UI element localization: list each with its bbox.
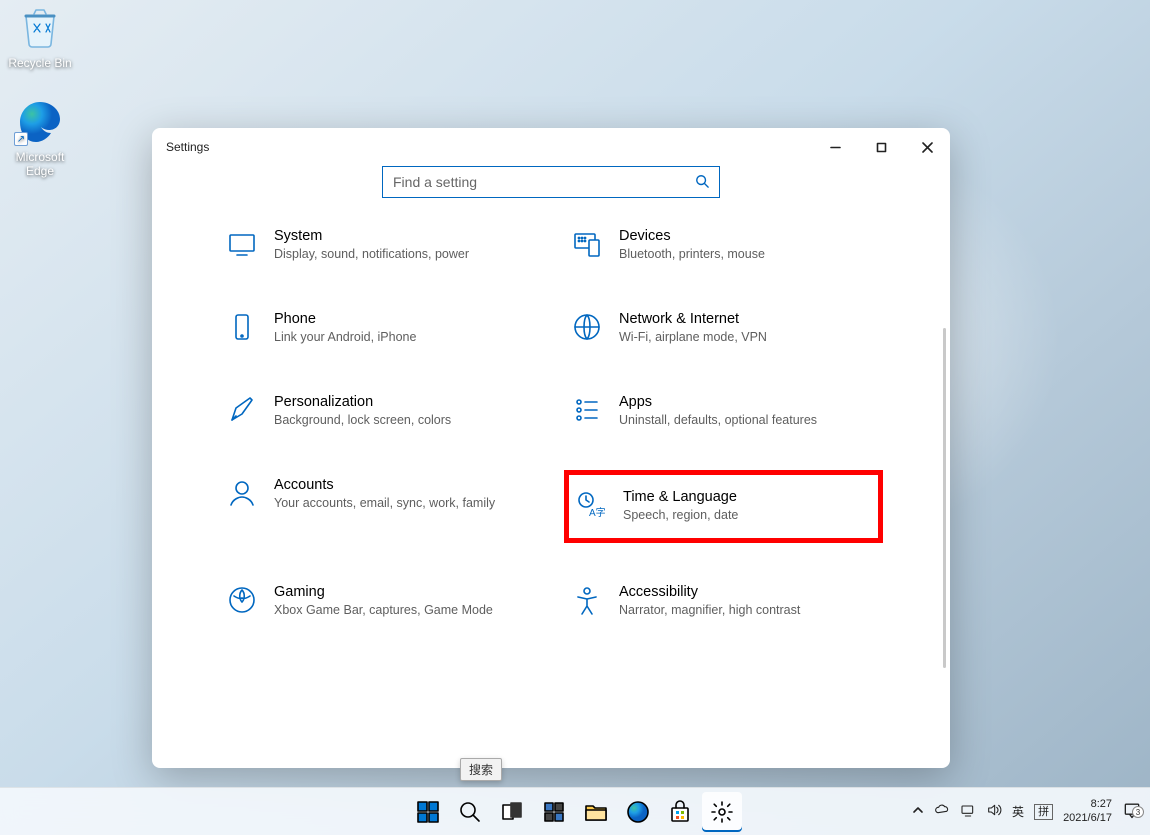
category-desc: Bluetooth, printers, mouse bbox=[619, 246, 765, 263]
svg-text:A字: A字 bbox=[589, 506, 606, 519]
edge-desktop-icon[interactable]: ↗ Microsoft Edge bbox=[0, 98, 80, 178]
recycle-bin-desktop-icon[interactable]: Recycle Bin bbox=[0, 4, 80, 70]
devices-icon bbox=[571, 228, 603, 260]
close-button[interactable] bbox=[904, 128, 950, 166]
clock[interactable]: 8:27 2021/6/17 bbox=[1063, 798, 1112, 826]
category-system[interactable]: System Display, sound, notifications, pow… bbox=[222, 224, 535, 267]
window-title: Settings bbox=[166, 140, 209, 154]
category-desc: Narrator, magnifier, high contrast bbox=[619, 602, 800, 619]
search-button[interactable] bbox=[450, 792, 490, 832]
accessibility-icon bbox=[571, 584, 603, 616]
category-desc: Display, sound, notifications, power bbox=[274, 246, 469, 263]
category-title: Accessibility bbox=[619, 584, 800, 600]
search-input[interactable] bbox=[393, 174, 695, 190]
clock-date: 2021/6/17 bbox=[1063, 812, 1112, 826]
store-button[interactable] bbox=[660, 792, 700, 832]
category-apps[interactable]: Apps Uninstall, defaults, optional featur… bbox=[567, 390, 880, 433]
file-explorer-button[interactable] bbox=[576, 792, 616, 832]
task-view-button[interactable] bbox=[492, 792, 532, 832]
category-desc: Your accounts, email, sync, work, family bbox=[274, 495, 495, 512]
category-desc: Background, lock screen, colors bbox=[274, 412, 451, 429]
category-accounts[interactable]: Accounts Your accounts, email, sync, work… bbox=[222, 473, 535, 540]
notifications-button[interactable]: 3 bbox=[1122, 796, 1142, 827]
system-tray[interactable]: 英 拼 8:27 2021/6/17 3 bbox=[912, 796, 1142, 827]
category-phone[interactable]: Phone Link your Android, iPhone bbox=[222, 307, 535, 350]
ime-mode[interactable]: 拼 bbox=[1034, 804, 1053, 820]
settings-window: Settings System Display, sound, notificat… bbox=[152, 128, 950, 768]
titlebar[interactable]: Settings bbox=[152, 128, 950, 166]
minimize-button[interactable] bbox=[812, 128, 858, 166]
category-title: System bbox=[274, 228, 469, 244]
time-language-icon: A字 bbox=[575, 489, 607, 521]
network-tray-icon[interactable] bbox=[960, 802, 976, 821]
edge-label: Microsoft Edge bbox=[0, 150, 80, 178]
category-desc: Link your Android, iPhone bbox=[274, 329, 416, 346]
category-title: Gaming bbox=[274, 584, 493, 600]
maximize-button[interactable] bbox=[858, 128, 904, 166]
system-icon bbox=[226, 228, 258, 260]
category-accessibility[interactable]: Accessibility Narrator, magnifier, high c… bbox=[567, 580, 880, 623]
recycle-bin-label: Recycle Bin bbox=[0, 56, 80, 70]
tray-chevron-icon[interactable] bbox=[912, 804, 924, 819]
volume-icon[interactable] bbox=[986, 802, 1002, 821]
network-icon bbox=[571, 311, 603, 343]
accounts-icon bbox=[226, 477, 258, 509]
category-title: Personalization bbox=[274, 394, 451, 410]
search-tooltip: 搜索 bbox=[460, 758, 502, 781]
category-grid: System Display, sound, notifications, pow… bbox=[222, 224, 880, 652]
edge-button[interactable] bbox=[618, 792, 658, 832]
category-devices[interactable]: Devices Bluetooth, printers, mouse bbox=[567, 224, 880, 267]
notifications-count: 3 bbox=[1132, 806, 1144, 818]
category-personalization[interactable]: Personalization Background, lock screen, … bbox=[222, 390, 535, 433]
category-title: Time & Language bbox=[623, 489, 738, 505]
start-button[interactable] bbox=[408, 792, 448, 832]
widgets-button[interactable] bbox=[534, 792, 574, 832]
category-title: Accounts bbox=[274, 477, 495, 493]
category-gaming[interactable]: Gaming Xbox Game Bar, captures, Game Mode bbox=[222, 580, 535, 623]
settings-content[interactable]: System Display, sound, notifications, pow… bbox=[152, 224, 950, 768]
category-title: Devices bbox=[619, 228, 765, 244]
clock-time: 8:27 bbox=[1063, 798, 1112, 812]
onedrive-icon[interactable] bbox=[934, 802, 950, 821]
phone-icon bbox=[226, 311, 258, 343]
search-box[interactable] bbox=[382, 166, 720, 198]
category-network[interactable]: Network & Internet Wi-Fi, airplane mode, … bbox=[567, 307, 880, 350]
settings-button[interactable] bbox=[702, 792, 742, 832]
scrollbar[interactable] bbox=[943, 328, 946, 668]
category-desc: Speech, region, date bbox=[623, 507, 738, 524]
personalization-icon bbox=[226, 394, 258, 426]
category-desc: Uninstall, defaults, optional features bbox=[619, 412, 817, 429]
category-title: Network & Internet bbox=[619, 311, 767, 327]
shortcut-arrow-icon: ↗ bbox=[14, 132, 28, 146]
gaming-icon bbox=[226, 584, 258, 616]
search-icon bbox=[695, 174, 709, 191]
recycle-bin-icon bbox=[16, 4, 64, 52]
category-title: Phone bbox=[274, 311, 416, 327]
taskbar: 英 拼 8:27 2021/6/17 3 bbox=[0, 787, 1150, 835]
ime-language[interactable]: 英 bbox=[1012, 803, 1024, 820]
apps-icon bbox=[571, 394, 603, 426]
category-desc: Xbox Game Bar, captures, Game Mode bbox=[274, 602, 493, 619]
category-desc: Wi-Fi, airplane mode, VPN bbox=[619, 329, 767, 346]
category-time-language[interactable]: A字 Time & Language Speech, region, date bbox=[567, 473, 880, 540]
category-title: Apps bbox=[619, 394, 817, 410]
